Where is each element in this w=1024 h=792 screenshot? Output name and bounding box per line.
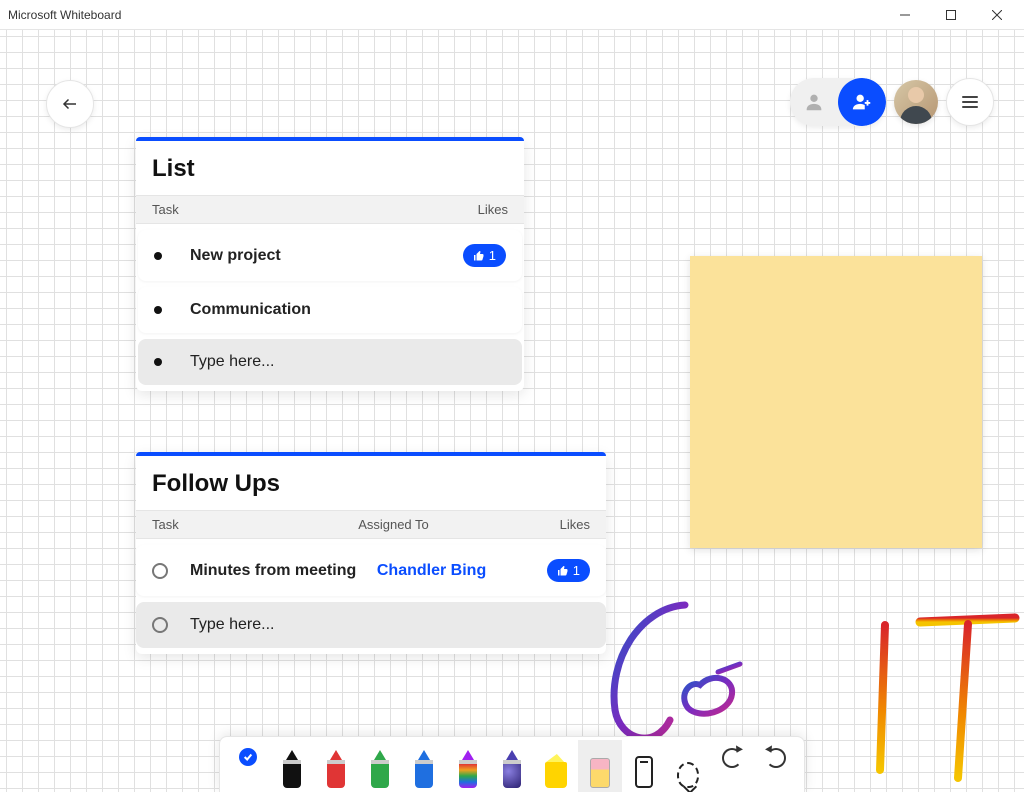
- user-avatar[interactable]: [894, 80, 938, 124]
- list-row-new[interactable]: Type here...: [138, 339, 522, 385]
- followups-card[interactable]: Follow Ups Task Assigned To Likes Minute…: [136, 452, 606, 654]
- ruler-tool[interactable]: [622, 740, 666, 792]
- list-row-text: Communication: [190, 301, 506, 319]
- like-badge[interactable]: 1: [463, 244, 506, 267]
- like-count: 1: [573, 563, 580, 578]
- col-task-label: Task: [152, 517, 358, 532]
- col-likes-label: Likes: [530, 517, 590, 532]
- lasso-icon: [677, 762, 699, 788]
- window-close-button[interactable]: [974, 0, 1020, 30]
- followups-row-assigned[interactable]: Chandler Bing: [377, 562, 547, 580]
- followups-row[interactable]: Minutes from meeting Chandler Bing 1: [136, 545, 606, 596]
- tool-toolbar: [219, 736, 805, 792]
- redo-icon: [766, 748, 786, 768]
- followups-card-title: Follow Ups: [136, 456, 606, 510]
- like-badge[interactable]: 1: [547, 559, 590, 582]
- ink-stroke-go[interactable]: [600, 600, 760, 750]
- presence-share-pill: [790, 78, 886, 126]
- list-card[interactable]: List Task Likes New project 1 Communicat…: [136, 137, 524, 391]
- presence-empty-icon: [790, 78, 838, 126]
- pen-black[interactable]: [270, 740, 314, 792]
- pen-red[interactable]: [314, 740, 358, 792]
- lasso-tool[interactable]: [666, 740, 710, 792]
- list-card-title: List: [136, 141, 524, 195]
- ruler-icon: [635, 756, 653, 788]
- col-task-label: Task: [152, 202, 478, 217]
- pen-rainbow[interactable]: [446, 740, 490, 792]
- eraser-icon: [590, 758, 610, 788]
- bullet-icon: [154, 306, 162, 314]
- followups-row-placeholder: Type here...: [190, 616, 590, 634]
- undo-button[interactable]: [710, 740, 754, 792]
- window-maximize-button[interactable]: [928, 0, 974, 30]
- settings-menu-button[interactable]: [946, 78, 994, 126]
- ink-stroke-it[interactable]: [860, 610, 1020, 780]
- list-row[interactable]: Communication: [138, 287, 522, 333]
- followups-row-text: Minutes from meeting: [190, 562, 377, 580]
- col-likes-label: Likes: [478, 202, 508, 217]
- eraser-tool[interactable]: [578, 740, 622, 792]
- pen-galaxy[interactable]: [490, 740, 534, 792]
- back-button[interactable]: [46, 80, 94, 128]
- window-minimize-button[interactable]: [882, 0, 928, 30]
- list-card-header: Task Likes: [136, 195, 524, 224]
- active-tool-check[interactable]: [226, 740, 270, 792]
- check-icon: [239, 748, 257, 766]
- followups-row-new[interactable]: Type here...: [136, 602, 606, 648]
- whiteboard-canvas[interactable]: List Task Likes New project 1 Communicat…: [0, 30, 1024, 792]
- sticky-note[interactable]: [690, 256, 982, 548]
- list-row-placeholder: Type here...: [190, 353, 506, 371]
- list-row-text: New project: [190, 247, 463, 265]
- pen-blue[interactable]: [402, 740, 446, 792]
- followups-card-header: Task Assigned To Likes: [136, 510, 606, 539]
- undo-icon: [722, 748, 742, 768]
- checkbox-icon[interactable]: [152, 617, 168, 633]
- like-count: 1: [489, 248, 496, 263]
- invite-button[interactable]: [838, 78, 886, 126]
- col-assigned-label: Assigned To: [358, 517, 530, 532]
- window-titlebar: Microsoft Whiteboard: [0, 0, 1024, 30]
- checkbox-icon[interactable]: [152, 563, 168, 579]
- list-row[interactable]: New project 1: [138, 230, 522, 281]
- bullet-icon: [154, 358, 162, 366]
- pen-green[interactable]: [358, 740, 402, 792]
- highlighter-tool[interactable]: [534, 740, 578, 792]
- window-title: Microsoft Whiteboard: [8, 8, 882, 22]
- bullet-icon: [154, 252, 162, 260]
- redo-button[interactable]: [754, 740, 798, 792]
- top-right-controls: [790, 78, 994, 126]
